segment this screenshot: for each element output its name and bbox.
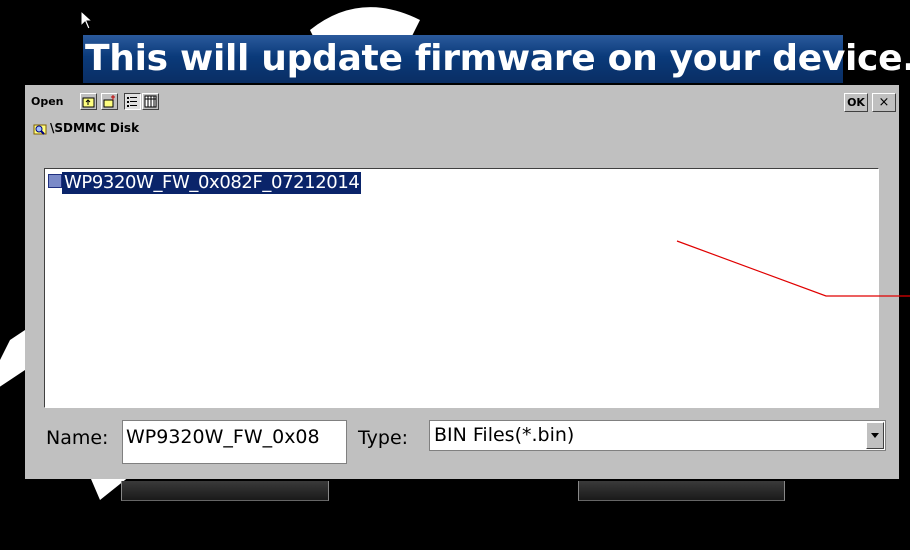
list-view-button[interactable] — [124, 93, 141, 110]
file-name-input[interactable]: WP9320W_FW_0x08 — [122, 420, 347, 464]
details-view-icon — [144, 95, 157, 108]
type-label: Type: — [358, 427, 409, 449]
details-view-button[interactable] — [142, 93, 159, 110]
dropdown-button[interactable] — [866, 422, 884, 449]
up-folder-button[interactable] — [80, 93, 97, 110]
current-path: \SDMMC Disk — [33, 121, 139, 137]
right-bottom-button[interactable] — [578, 481, 785, 501]
file-list[interactable]: WP9320W_FW_0x082F_07212014 — [44, 168, 879, 408]
search-folder-icon — [33, 124, 47, 135]
left-bottom-button[interactable] — [121, 481, 329, 501]
list-view-icon — [127, 97, 137, 107]
list-item[interactable]: WP9320W_FW_0x082F_07212014 — [48, 172, 362, 194]
dialog-title: Open — [31, 95, 64, 108]
current-path-label: \SDMMC Disk — [50, 121, 140, 135]
chevron-down-icon — [871, 433, 879, 438]
name-label: Name: — [46, 427, 109, 449]
new-folder-button[interactable] — [101, 93, 118, 110]
ok-button[interactable]: OK — [844, 93, 868, 112]
mouse-cursor-icon — [80, 10, 94, 30]
up-folder-icon — [82, 97, 95, 108]
file-type-select[interactable]: BIN Files(*.bin) — [429, 420, 886, 451]
file-type-value: BIN Files(*.bin) — [434, 424, 575, 446]
file-icon — [48, 174, 62, 188]
file-name: WP9320W_FW_0x082F_07212014 — [62, 172, 362, 194]
dialog-toolbar: Open OK × — [25, 87, 899, 115]
open-file-dialog: Open OK × \SDMMC Disk WP9320W_FW_0x082F_… — [25, 85, 899, 479]
firmware-update-banner: This will update firmware on your device… — [83, 35, 910, 83]
close-button[interactable]: × — [872, 93, 896, 112]
new-folder-icon — [103, 95, 115, 108]
